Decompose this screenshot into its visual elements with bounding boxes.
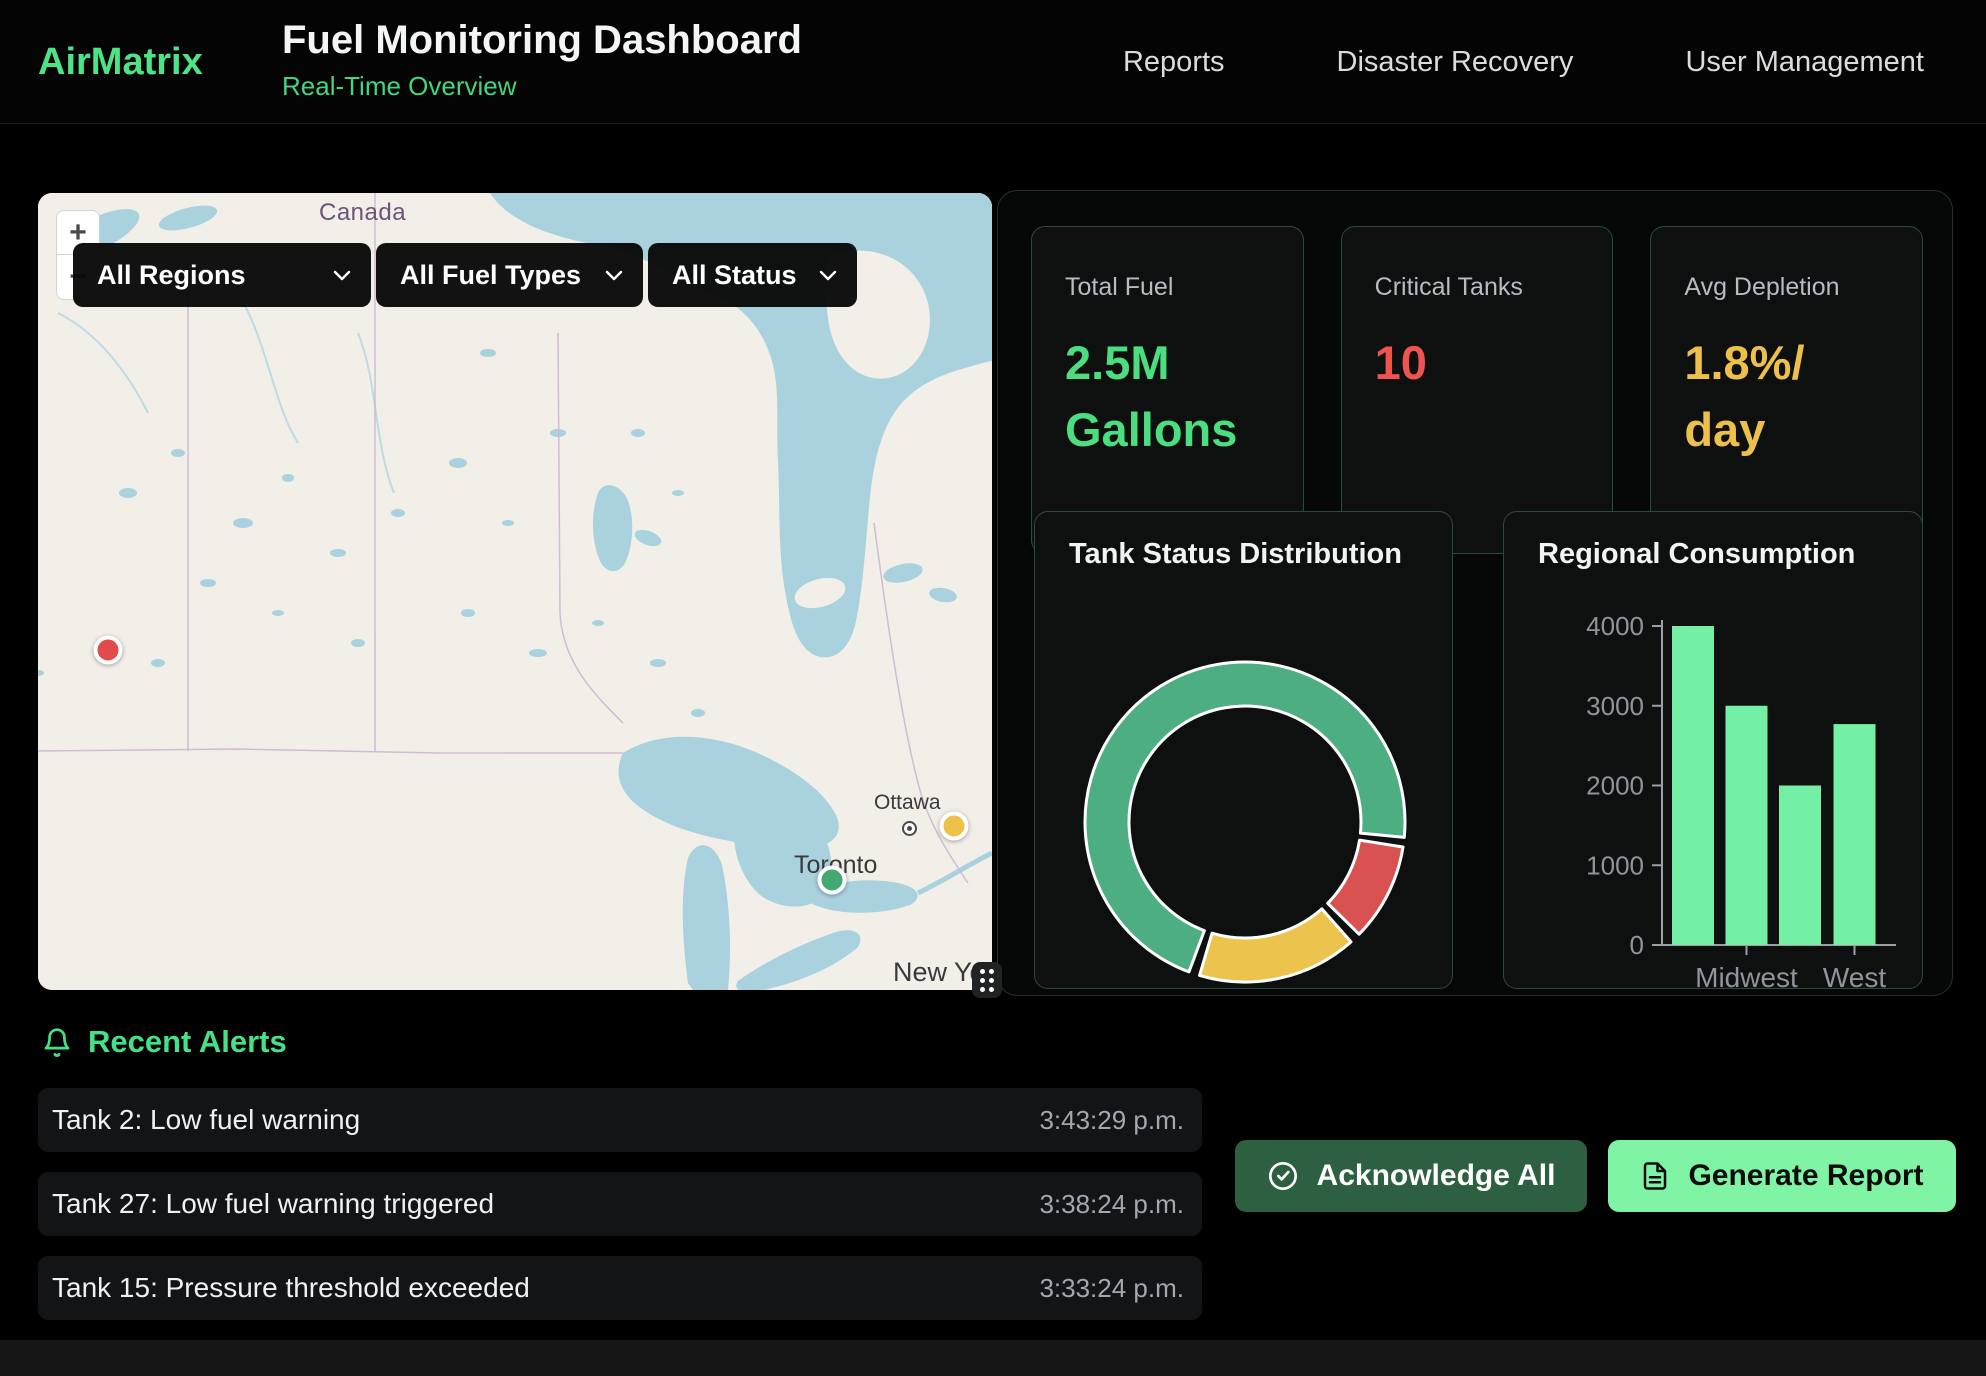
bell-icon (42, 1026, 72, 1058)
tank-status-donut-chart (1035, 512, 1453, 989)
bar-midwest[interactable] (1726, 706, 1768, 945)
map-filters: All Regions All Fuel Types All Status (73, 243, 857, 307)
check-circle-icon (1267, 1160, 1299, 1192)
kpi-value-line: 10 (1375, 330, 1585, 397)
fuel-types-filter-label: All Fuel Types (400, 260, 581, 291)
status-filter-dropdown[interactable]: All Status (648, 243, 857, 307)
bar-region-3[interactable] (1779, 786, 1821, 946)
metrics-panel: Total Fuel 2.5MGallons Critical Tanks 10 Avg… (997, 190, 1953, 996)
tank-status-card: Tank Status Distribution (1034, 511, 1453, 989)
alert-timestamp: 3:43:29 p.m. (1039, 1105, 1184, 1136)
donut-chart-title: Tank Status Distribution (1069, 538, 1402, 571)
fuel-types-filter-dropdown[interactable]: All Fuel Types (376, 243, 643, 307)
bar-chart-title: Regional Consumption (1538, 538, 1855, 571)
map[interactable]: Canada Ottawa Toronto New York + − All R… (38, 193, 992, 990)
kpi-row: Total Fuel 2.5MGallons Critical Tanks 10 Avg… (1031, 226, 1923, 554)
alert-timestamp: 3:38:24 p.m. (1039, 1189, 1184, 1220)
x-tick-label: Midwest (1695, 962, 1798, 989)
nav-user-management[interactable]: User Management (1685, 46, 1924, 79)
kpi-value: 2.5MGallons (1065, 330, 1275, 463)
top-nav: Reports Disaster Recovery User Managemen… (1123, 0, 1924, 124)
kpi-value: 1.8%/day (1684, 330, 1894, 463)
status-filter-label: All Status (672, 260, 797, 291)
page-title: Fuel Monitoring Dashboard (282, 18, 802, 63)
y-tick-label: 2000 (1586, 771, 1644, 801)
regions-filter-dropdown[interactable]: All Regions (73, 243, 371, 307)
kpi-value-line: Gallons (1065, 397, 1275, 464)
kpi-label: Critical Tanks (1375, 273, 1585, 302)
fuel-monitoring-dashboard: AirMatrix Fuel Monitoring Dashboard Real… (0, 0, 1986, 1376)
map-label-ottawa: Ottawa (874, 791, 941, 815)
bar-region-1[interactable] (1672, 626, 1714, 945)
kpi-card-total-fuel: Total Fuel 2.5MGallons (1031, 226, 1304, 554)
tank-marker-critical[interactable] (94, 636, 123, 665)
alerts-header: Recent Alerts (42, 1024, 287, 1060)
regional-consumption-bar-chart: 0 1000 2000 3000 4000 Midwest West (1504, 512, 1923, 989)
alert-text: Tank 15: Pressure threshold exceeded (52, 1272, 530, 1304)
brand-logo: AirMatrix (38, 41, 203, 84)
header: AirMatrix Fuel Monitoring Dashboard Real… (0, 0, 1986, 124)
chevron-down-icon (819, 270, 837, 281)
drag-handle[interactable] (972, 962, 1002, 998)
file-text-icon (1640, 1160, 1670, 1192)
kpi-card-avg-depletion: Avg Depletion 1.8%/day (1650, 226, 1923, 554)
generate-report-button[interactable]: Generate Report (1608, 1140, 1956, 1212)
nav-disaster-recovery[interactable]: Disaster Recovery (1337, 46, 1574, 79)
page-subtitle: Real-Time Overview (282, 71, 802, 102)
chevron-down-icon (605, 270, 623, 281)
bar-west[interactable] (1834, 724, 1876, 945)
alerts-title: Recent Alerts (88, 1024, 287, 1060)
chevron-down-icon (333, 270, 351, 281)
kpi-value: 10 (1375, 330, 1585, 397)
alert-row[interactable]: Tank 2: Low fuel warning 3:43:29 p.m. (38, 1088, 1202, 1152)
alert-timestamp: 3:33:24 p.m. (1039, 1273, 1184, 1304)
regional-consumption-card: Regional Consumption 0 1000 2000 3000 4000 Mi… (1503, 511, 1923, 989)
generate-report-label: Generate Report (1688, 1159, 1923, 1193)
alert-text: Tank 27: Low fuel warning triggered (52, 1188, 494, 1220)
y-tick-label: 1000 (1586, 850, 1644, 880)
footer-band (0, 1340, 1986, 1376)
y-tick-label: 3000 (1586, 691, 1644, 721)
tank-marker-normal[interactable] (818, 866, 847, 895)
kpi-card-critical-tanks: Critical Tanks 10 (1341, 226, 1614, 554)
donut-segment-red[interactable] (1328, 840, 1403, 934)
kpi-value-line: 2.5M (1065, 330, 1275, 397)
kpi-label: Avg Depletion (1684, 273, 1894, 302)
alert-row[interactable]: Tank 27: Low fuel warning triggered 3:38:… (38, 1172, 1202, 1236)
kpi-value-line: day (1684, 397, 1894, 464)
map-label-canada: Canada (319, 199, 406, 227)
y-tick-label: 0 (1630, 930, 1644, 960)
y-tick-label: 4000 (1586, 611, 1644, 641)
donut-segment-yellow[interactable] (1200, 909, 1351, 982)
nav-reports[interactable]: Reports (1123, 46, 1225, 79)
x-tick-label: West (1823, 962, 1886, 989)
alert-text: Tank 2: Low fuel warning (52, 1104, 360, 1136)
kpi-value-line: 1.8%/ (1684, 330, 1894, 397)
alert-row[interactable]: Tank 15: Pressure threshold exceeded 3:33… (38, 1256, 1202, 1320)
title-block: Fuel Monitoring Dashboard Real-Time Over… (282, 18, 802, 102)
ottawa-city-dot-icon (902, 821, 917, 836)
acknowledge-all-button[interactable]: Acknowledge All (1235, 1140, 1587, 1212)
tank-marker-warning[interactable] (940, 812, 969, 841)
acknowledge-all-label: Acknowledge All (1317, 1159, 1556, 1193)
kpi-label: Total Fuel (1065, 273, 1275, 302)
regions-filter-label: All Regions (97, 260, 246, 291)
